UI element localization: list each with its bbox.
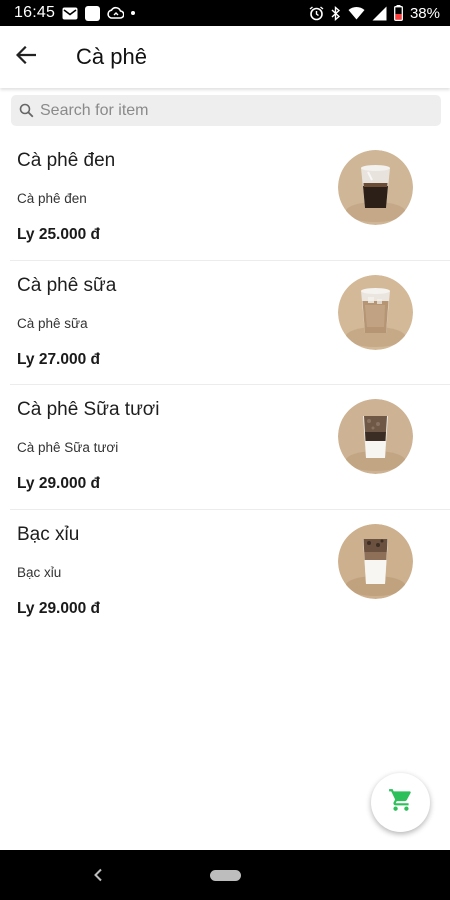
list-item[interactable]: Cà phê Sữa tươi Cà phê Sữa tươi Ly 29.00… [0, 385, 450, 510]
search-icon [19, 103, 34, 118]
item-list: Cà phê đen Cà phê đen Ly 25.000 đ Cà phê… [0, 136, 450, 634]
list-item[interactable]: Cà phê đen Cà phê đen Ly 25.000 đ [0, 136, 450, 261]
item-name: Bạc xỉu [17, 523, 80, 545]
list-item[interactable]: Bạc xỉu Bạc xỉu Ly 29.000 đ [0, 510, 450, 635]
system-home-pill[interactable] [210, 870, 241, 881]
shopping-cart-icon [388, 787, 414, 818]
item-description: Cà phê Sữa tươi [17, 440, 119, 455]
more-notifications-dot [131, 11, 136, 15]
notification-square-icon [85, 5, 101, 21]
page-title: Cà phê [76, 44, 147, 69]
item-name: Cà phê đen [17, 150, 116, 171]
item-description: Cà phê đen [17, 191, 87, 206]
item-price: Ly 25.000 đ [17, 226, 101, 243]
item-description: Cà phê sữa [17, 315, 88, 331]
battery-icon [394, 5, 403, 21]
back-button[interactable] [0, 26, 52, 88]
battery-percent: 38% [409, 4, 440, 22]
cellular-signal-icon [372, 6, 387, 21]
app-bar: Cà phê [0, 26, 450, 88]
system-back-button[interactable] [89, 866, 107, 884]
cart-button[interactable] [371, 773, 430, 832]
search-bar[interactable] [11, 95, 441, 126]
wifi-icon [348, 6, 365, 20]
item-description: Bạc xỉu [17, 564, 62, 580]
status-time: 16:45 [14, 4, 56, 21]
item-name: Cà phê sữa [17, 274, 117, 296]
black-coffee-cup-image [338, 150, 413, 225]
alarm-icon [309, 5, 324, 21]
item-price: Ly 27.000 đ [17, 350, 101, 368]
item-name: Cà phê Sữa tươi [17, 399, 160, 420]
gmail-icon [62, 7, 78, 20]
item-price: Ly 29.000 đ [17, 475, 101, 492]
list-item[interactable]: Cà phê sữa Cà phê sữa Ly 27.000 đ [0, 261, 450, 385]
status-bar: 16:45 38% [0, 0, 450, 26]
status-bar-left: 16:45 [14, 4, 136, 22]
item-price: Ly 29.000 đ [17, 599, 101, 617]
system-navigation-bar [0, 850, 450, 900]
milk-coffee-cup-image [338, 274, 413, 350]
bluetooth-icon [331, 5, 341, 21]
bac-xiu-cup-image [338, 523, 413, 599]
fresh-milk-coffee-cup-image [338, 399, 413, 474]
cloud-sync-icon [107, 6, 125, 20]
status-bar-right: 38% [309, 5, 440, 22]
arrow-left-icon [15, 45, 37, 69]
search-input[interactable] [40, 101, 420, 120]
